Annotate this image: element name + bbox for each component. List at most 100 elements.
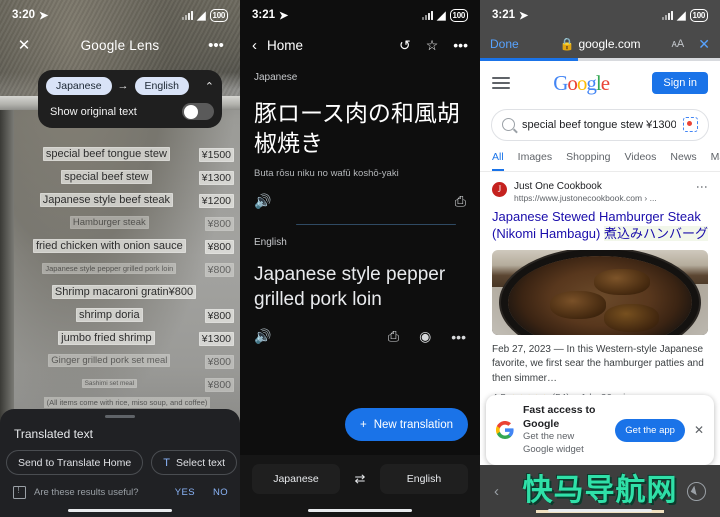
- status-bar-1: 3:20 ➤ ◢ 100: [0, 0, 240, 30]
- close-icon[interactable]: ✕: [698, 36, 710, 53]
- show-original-text-toggle[interactable]: [182, 103, 214, 120]
- menu-row[interactable]: Hamburger steak ¥800: [14, 211, 240, 234]
- menu-item-name: special beef tongue stew: [42, 146, 170, 161]
- target-language-button[interactable]: English: [380, 464, 468, 494]
- select-text-button[interactable]: T Select text: [151, 450, 237, 475]
- sign-in-button[interactable]: Sign in: [652, 72, 708, 94]
- google-g-icon: [495, 420, 514, 440]
- speaker-icon[interactable]: 🔊: [254, 328, 271, 345]
- location-arrow-icon: ➤: [278, 9, 289, 22]
- thumbnail-patty: [603, 304, 659, 333]
- three-panel-screenshot: 3:20 ➤ ◢ 100 ✕ Google Lens ••• Japanese …: [0, 0, 720, 517]
- menu-item-price: ¥1200: [198, 193, 234, 208]
- history-icon[interactable]: ↺: [399, 37, 411, 54]
- promo-subtitle: Get the new Google widget: [523, 431, 584, 455]
- tab-news[interactable]: News: [670, 151, 696, 171]
- target-language-chip[interactable]: English: [134, 77, 189, 95]
- feedback-yes-button[interactable]: YES: [175, 487, 195, 498]
- send-to-translate-home-button[interactable]: Send to Translate Home: [6, 450, 144, 475]
- feedback-no-button[interactable]: NO: [213, 487, 228, 498]
- tab-shopping[interactable]: Shopping: [566, 151, 610, 171]
- battery-icon: 100: [689, 8, 708, 22]
- search-result: J Just One Cookbook https://www.justonec…: [480, 172, 720, 422]
- wifi-icon: ◢: [197, 9, 206, 22]
- source-text[interactable]: 豚ロース肉の和風胡椒焼き: [240, 83, 480, 159]
- status-bar-2: 3:21 ➤ ◢ 100: [240, 0, 480, 30]
- more-icon[interactable]: •••: [453, 37, 468, 53]
- chip-label: Send to Translate Home: [18, 456, 132, 469]
- signal-icon: [422, 10, 434, 20]
- tab-all[interactable]: All: [492, 151, 504, 171]
- status-time: 3:20: [12, 9, 36, 21]
- result-title[interactable]: Japanese Stewed Hamburger Steak (Nikomi …: [492, 209, 708, 243]
- result-source[interactable]: J Just One Cookbook https://www.justonec…: [492, 181, 709, 205]
- result-options-icon[interactable]: ⋮: [695, 181, 709, 193]
- result-thumbnail[interactable]: [492, 249, 708, 335]
- menu-row[interactable]: Japanese style pepper grilled pork loin ¥…: [14, 257, 240, 280]
- close-icon[interactable]: ✕: [14, 35, 34, 55]
- text-select-icon: T: [163, 456, 170, 469]
- url-text: google.com: [578, 37, 641, 51]
- tab-videos[interactable]: Videos: [624, 151, 656, 171]
- tab-images[interactable]: Images: [518, 151, 552, 171]
- thumbnail-patty: [550, 291, 606, 320]
- more-icon[interactable]: •••: [206, 35, 226, 55]
- search-tabs: All Images Shopping Videos News Maps: [480, 141, 720, 172]
- thumbnail-patty: [594, 268, 650, 295]
- close-icon[interactable]: ✕: [694, 423, 704, 437]
- copy-icon[interactable]: ⎙: [388, 328, 399, 345]
- menu-item-name: special beef stew: [61, 169, 152, 184]
- panel-safari-google-search: 3:21 ➤ ◢ 100 Done 🔒 google.com ᴀA ✕ Goog…: [480, 0, 720, 517]
- home-label[interactable]: Home: [267, 38, 389, 53]
- new-translation-button[interactable]: + New translation: [345, 408, 468, 441]
- menu-item-price: ¥1500: [198, 147, 234, 162]
- menu-item-price: ¥800: [204, 354, 234, 369]
- translated-text-sheet: Translated text Send to Translate Home T…: [0, 409, 240, 517]
- star-icon[interactable]: ☆: [426, 37, 439, 54]
- menu-row[interactable]: special beef tongue stew ¥1500: [14, 142, 240, 165]
- back-icon[interactable]: ‹: [252, 37, 257, 54]
- swap-languages-icon[interactable]: ⇄: [340, 471, 380, 487]
- promo-title: Fast access to Google: [523, 404, 596, 430]
- show-original-text-label: Show original text: [50, 105, 137, 118]
- tab-maps[interactable]: Maps: [711, 151, 720, 171]
- menu-row[interactable]: Shrimp macaroni gratin¥800: [14, 280, 240, 303]
- target-text[interactable]: Japanese style pepper grilled pork loin: [240, 248, 480, 312]
- menu-row[interactable]: fried chicken with onion sauce ¥800: [14, 234, 240, 257]
- location-arrow-icon: ➤: [518, 9, 529, 22]
- menu-row[interactable]: shrimp doria ¥800: [14, 303, 240, 326]
- menu-row[interactable]: jumbo fried shrimp ¥1300: [14, 326, 240, 349]
- signal-icon: [662, 10, 674, 20]
- chevron-up-icon[interactable]: ⌃: [205, 80, 214, 93]
- sheet-action-chips: Send to Translate Home T Select text 🔊 L…: [0, 441, 240, 475]
- google-lens-icon[interactable]: [683, 117, 698, 132]
- copy-icon[interactable]: ⎙: [455, 193, 466, 210]
- target-actions: 🔊 ⎙ ◉ •••: [240, 312, 480, 345]
- translated-menu-overlay: special beef tongue stew ¥1500 special be…: [14, 142, 240, 434]
- source-language-button[interactable]: Japanese: [252, 464, 340, 494]
- watermark: 快马导航网: [522, 473, 678, 508]
- menu-row[interactable]: special beef stew ¥1300: [14, 165, 240, 188]
- translate-top-bar: ‹ Home ↺ ☆ •••: [240, 30, 480, 60]
- menu-item-price: ¥800: [204, 308, 234, 323]
- hamburger-icon[interactable]: [492, 77, 510, 89]
- menu-item-price: ¥800: [204, 262, 234, 277]
- text-size-icon[interactable]: ᴀA: [671, 38, 684, 50]
- google-search-icon[interactable]: ◉: [419, 328, 431, 345]
- get-the-app-button[interactable]: Get the app: [615, 418, 685, 442]
- home-indicator: [548, 508, 652, 512]
- menu-item-name: Hamburger steak: [69, 216, 149, 229]
- menu-item-price: ¥1300: [198, 331, 234, 346]
- lens-app-bar: ✕ Google Lens •••: [0, 30, 240, 60]
- speaker-icon[interactable]: 🔊: [254, 193, 271, 210]
- sheet-title: Translated text: [14, 427, 93, 441]
- status-time: 3:21: [252, 9, 276, 21]
- menu-row[interactable]: Sashimi set meal ¥800: [14, 372, 240, 395]
- new-translation-label: New translation: [373, 418, 453, 431]
- search-input[interactable]: special beef tongue stew ¥1300 spec: [491, 108, 709, 141]
- more-icon[interactable]: •••: [451, 329, 466, 345]
- menu-item-name: shrimp doria: [76, 307, 143, 322]
- menu-row[interactable]: Ginger grilled pork set meal ¥800: [14, 349, 240, 372]
- menu-row[interactable]: Japanese style beef steak ¥1200: [14, 188, 240, 211]
- source-language-chip[interactable]: Japanese: [46, 77, 112, 95]
